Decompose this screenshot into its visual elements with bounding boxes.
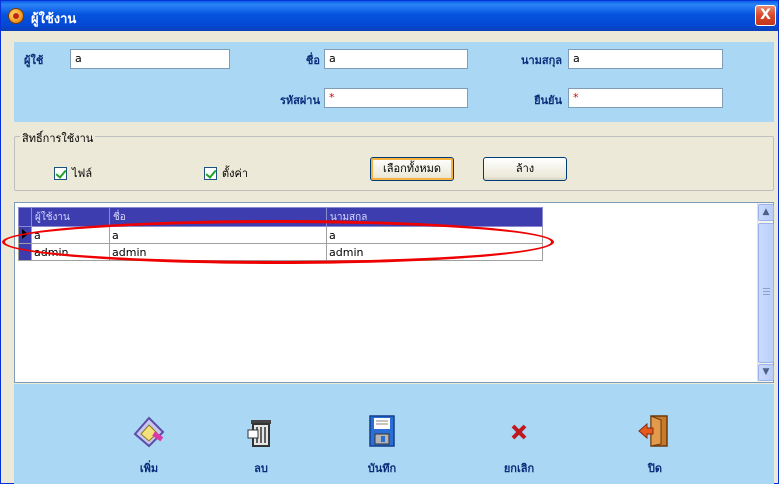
vertical-scrollbar[interactable]: ▲ ▼	[757, 203, 774, 382]
name-label: ชื่อ	[305, 54, 320, 67]
add-button[interactable]: เพิ่ม	[114, 384, 184, 484]
user-label: ผู้ใช้	[24, 54, 44, 67]
trash-icon	[247, 420, 271, 447]
file-permission-checkbox[interactable]: ไฟล์	[54, 164, 92, 182]
permissions-title: สิทธิ์การใช้งาน	[20, 129, 96, 147]
clear-button[interactable]: ล้าง	[483, 157, 567, 181]
scroll-down-icon[interactable]: ▼	[758, 364, 774, 381]
permissions-group: สิทธิ์การใช้งาน ไฟล์ ตั้งค่า เลือกทั้งหม…	[14, 129, 774, 191]
window-title: ผู้ใช้งาน	[31, 12, 77, 27]
settings-permission-label: ตั้งค่า	[222, 167, 249, 180]
cancel-button[interactable]: ยกเลิก	[484, 384, 554, 484]
scroll-thumb[interactable]	[758, 223, 774, 363]
add-label: เพิ่ม	[139, 462, 159, 475]
row-indicator-header	[18, 207, 32, 227]
password-field[interactable]: *	[324, 88, 468, 108]
scroll-up-icon[interactable]: ▲	[758, 204, 774, 221]
close-label: ปิด	[647, 462, 663, 475]
column-header-user[interactable]: ผู้ใช้งาน	[31, 207, 110, 227]
toolbar-panel: เพิ่ม ลบ บันทึก ยกเลิก ปิด	[14, 384, 774, 484]
cancel-label: ยกเลิก	[503, 462, 535, 475]
checkbox-checked-icon	[54, 166, 67, 180]
save-button[interactable]: บันทึก	[347, 384, 417, 484]
floppy-disk-icon	[369, 415, 395, 447]
close-button[interactable]: ปิด	[620, 384, 690, 484]
settings-permission-checkbox[interactable]: ตั้งค่า	[204, 164, 248, 182]
user-field[interactable]: a	[70, 49, 230, 69]
surname-field[interactable]: a	[568, 49, 723, 69]
title-bar: ผู้ใช้งาน X	[1, 1, 778, 31]
file-permission-label: ไฟล์	[72, 167, 93, 180]
user-form-panel: ผู้ใช้ a ชื่อ a นามสกุล a รหัสผ่าน * ยืน…	[14, 42, 774, 122]
name-field[interactable]: a	[324, 49, 468, 69]
exit-door-icon	[638, 415, 668, 447]
confirm-label: ยืนยัน	[534, 94, 562, 107]
red-annotation-ellipse	[2, 220, 554, 264]
password-label: รหัสผ่าน	[279, 94, 320, 107]
select-all-button[interactable]: เลือกทั้งหมด	[370, 157, 454, 181]
delete-button[interactable]: ลบ	[226, 384, 296, 484]
cancel-x-icon	[511, 424, 527, 440]
close-window-button[interactable]: X	[755, 5, 776, 26]
checkbox-checked-icon	[204, 166, 217, 180]
save-label: บันทึก	[367, 462, 397, 475]
delete-label: ลบ	[254, 462, 268, 475]
surname-label: นามสกุล	[520, 54, 562, 67]
app-icon	[8, 8, 24, 24]
add-user-icon	[133, 416, 165, 448]
confirm-password-field[interactable]: *	[568, 88, 723, 108]
